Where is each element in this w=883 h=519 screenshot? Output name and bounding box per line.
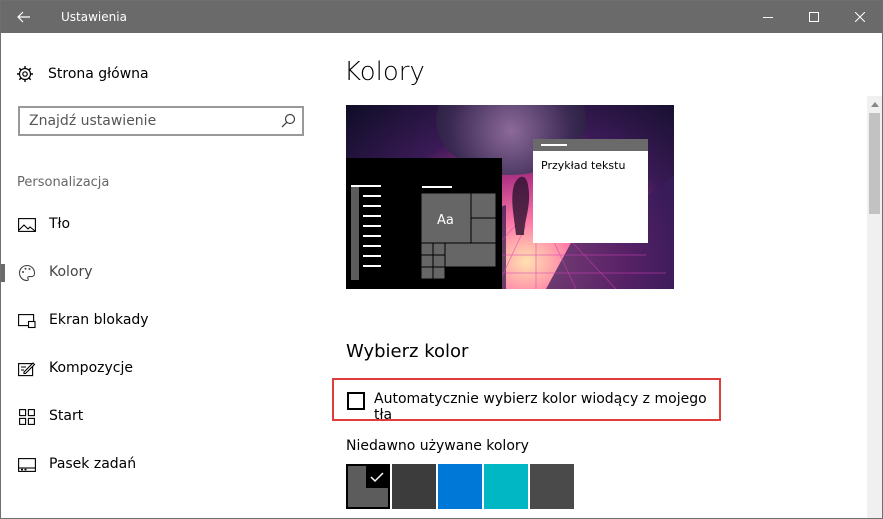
sidebar-item-taskbar[interactable]: Pasek zadań [1, 450, 323, 480]
search-input[interactable] [29, 108, 269, 134]
main-content: Kolory Aa Przykład tekstu Wybierz kolor … [323, 33, 882, 518]
sidebar-item-label: Pasek zadań [49, 456, 137, 472]
preview-sample-text: Przykład tekstu [541, 159, 626, 172]
color-swatch[interactable] [438, 464, 482, 509]
selected-check-badge [366, 466, 388, 488]
section-label-personalization: Personalizacja [17, 175, 110, 190]
scroll-up-button[interactable] [867, 96, 882, 112]
color-swatch[interactable] [530, 464, 574, 509]
auto-color-highlight: Automatycznie wybierz kolor wiodący z mo… [332, 378, 721, 423]
picture-icon [18, 217, 36, 233]
palette-icon [18, 264, 36, 282]
sidebar-item-themes[interactable]: Kompozycje [1, 354, 323, 384]
checkmark-icon [370, 472, 384, 483]
choose-color-title: Wybierz kolor [346, 341, 469, 362]
sidebar-item-label: Kolory [49, 264, 93, 280]
title-bar: Ustawienia [1, 1, 882, 33]
taskbar-icon [18, 457, 36, 473]
home-link[interactable]: Strona główna [16, 63, 149, 85]
color-preview: Aa Przykład tekstu [346, 105, 674, 289]
sidebar-item-label: Tło [49, 216, 71, 232]
scroll-thumb[interactable] [869, 113, 880, 214]
chevron-up-icon [870, 101, 879, 107]
gear-icon [17, 66, 33, 82]
minimize-button[interactable] [745, 1, 791, 33]
color-swatch[interactable] [392, 464, 436, 509]
sidebar: Strona główna Personalizacja Tło Kolory [1, 33, 323, 518]
preview-window-titlebar [533, 139, 648, 151]
color-swatch[interactable] [484, 464, 528, 509]
settings-window: Ustawienia Strona główna Perso [0, 0, 883, 519]
themes-icon [18, 361, 36, 377]
preview-start-menu: Aa [346, 158, 502, 289]
recent-colors-label: Niedawno używane kolory [346, 438, 529, 454]
home-label: Strona główna [48, 66, 149, 82]
color-swatch-selected[interactable] [346, 464, 390, 509]
sidebar-item-start[interactable]: Start [1, 402, 323, 432]
auto-color-checkbox[interactable] [347, 392, 365, 410]
vertical-scrollbar[interactable] [867, 96, 882, 518]
sidebar-item-colors[interactable]: Kolory [1, 258, 323, 288]
back-arrow-icon [17, 11, 30, 23]
sidebar-item-label: Kompozycje [49, 360, 133, 376]
close-icon [855, 12, 865, 22]
preview-tile-label: Aa [437, 213, 454, 228]
sidebar-item-label: Start [49, 408, 84, 424]
window-title: Ustawienia [61, 10, 127, 24]
page-title: Kolory [344, 57, 425, 87]
sidebar-item-lock-screen[interactable]: Ekran blokady [1, 306, 323, 336]
search-box[interactable] [18, 106, 304, 136]
search-icon[interactable] [280, 113, 296, 129]
maximize-icon [809, 12, 819, 22]
minimize-icon [763, 17, 773, 18]
preview-start-graphics [351, 185, 497, 280]
close-button[interactable] [837, 1, 882, 33]
sidebar-item-label: Ekran blokady [49, 312, 149, 328]
preview-window: Przykład tekstu [533, 139, 648, 243]
lock-screen-icon [18, 313, 36, 329]
auto-color-label[interactable]: Automatycznie wybierz kolor wiodący z mo… [374, 391, 719, 423]
active-indicator [1, 264, 5, 282]
back-button[interactable] [1, 1, 47, 33]
sidebar-item-background[interactable]: Tło [1, 210, 323, 240]
start-icon [18, 409, 36, 425]
maximize-button[interactable] [791, 1, 837, 33]
